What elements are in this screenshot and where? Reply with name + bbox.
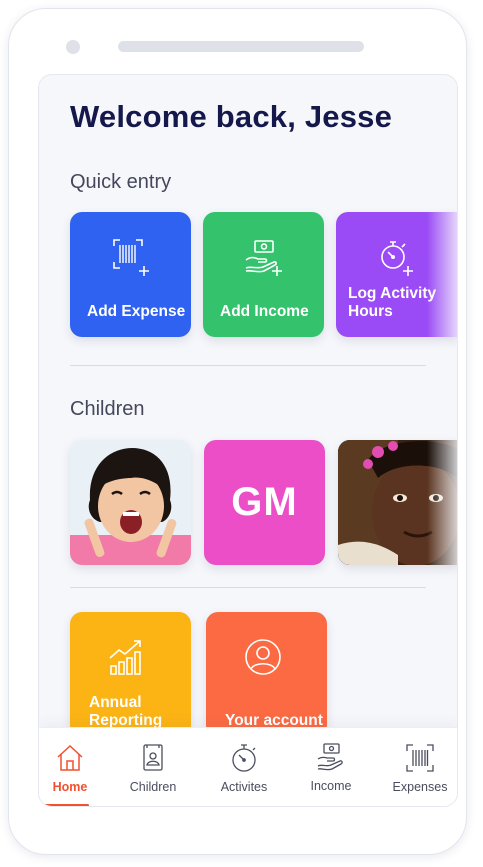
tab-home-label: Home — [52, 780, 88, 794]
children-title: Children — [70, 398, 145, 420]
money-hand-add-icon — [245, 240, 282, 276]
barcode-icon — [406, 744, 434, 772]
barcode-add-icon — [113, 239, 149, 276]
section-divider — [70, 365, 426, 366]
home-icon — [57, 744, 83, 771]
quick-entry-title: Quick entry — [70, 171, 172, 193]
active-tab-indicator — [44, 804, 89, 806]
add-expense-label: Add Expense — [87, 303, 186, 320]
tab-expenses[interactable]: Expenses — [385, 728, 455, 806]
stopwatch-add-icon — [381, 241, 413, 276]
add-income-label: Add Income — [220, 303, 309, 320]
child-card-1[interactable] — [70, 440, 191, 565]
tab-income[interactable]: Income — [296, 727, 366, 806]
tab-income-label: Income — [310, 779, 352, 793]
bar-chart-trend-icon — [109, 640, 141, 675]
log-activity-hours-label: Log Activity Hours — [348, 285, 437, 320]
tab-children[interactable]: Children — [118, 728, 188, 806]
child-initials: GM — [231, 480, 298, 524]
child-card-3[interactable] — [338, 440, 457, 565]
camera-dot — [66, 40, 80, 54]
child-profile-icon — [143, 744, 163, 771]
tab-expenses-label: Expenses — [392, 780, 448, 794]
add-expense-tile[interactable]: Add Expense — [70, 212, 191, 337]
money-hand-icon — [317, 743, 343, 771]
phone-frame: Welcome back, Jesse Quick entry Add Expe… — [8, 8, 467, 855]
speaker-bar — [118, 41, 364, 52]
tab-activites[interactable]: Activites — [209, 728, 279, 806]
child-card-2[interactable]: GM — [204, 440, 325, 565]
annual-reporting-tile[interactable]: Annual Reporting — [70, 612, 191, 737]
user-circle-icon — [245, 639, 281, 675]
add-income-tile[interactable]: Add Income — [203, 212, 324, 337]
log-activity-hours-tile[interactable]: Log Activity Hours — [336, 212, 457, 337]
bottom-tab-bar: Home Children Activites Income Expenses — [39, 727, 457, 806]
annual-reporting-label: Annual Reporting — [89, 694, 163, 729]
section-divider — [70, 587, 426, 588]
stopwatch-icon — [232, 744, 256, 772]
tab-activites-label: Activites — [220, 780, 268, 794]
tab-children-label: Children — [129, 780, 177, 794]
child-photo-1 — [70, 440, 191, 565]
app-screen: Welcome back, Jesse Quick entry Add Expe… — [38, 74, 458, 807]
your-account-tile[interactable]: Your account — [206, 612, 327, 737]
tab-home[interactable]: Home — [39, 728, 105, 806]
welcome-heading: Welcome back, Jesse — [70, 99, 393, 134]
child-photo-3 — [338, 440, 457, 565]
